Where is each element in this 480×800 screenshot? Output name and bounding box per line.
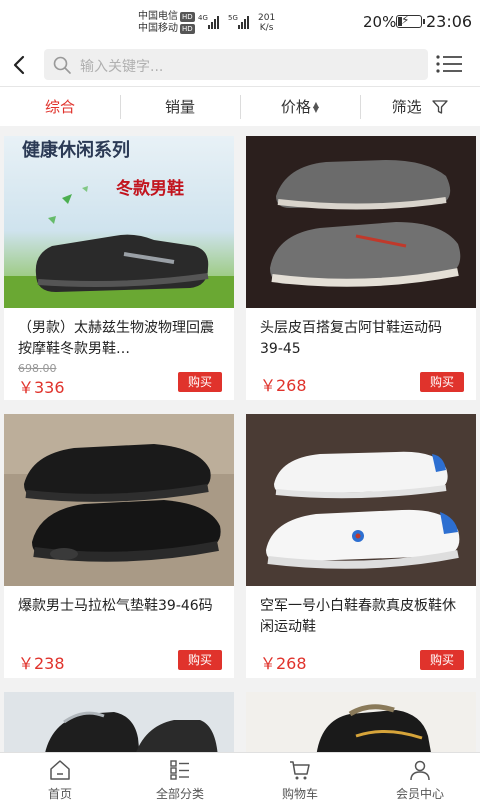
search-placeholder: 输入关键字...	[80, 59, 164, 75]
list-menu-button[interactable]	[434, 52, 466, 76]
carrier-1: 中国电信	[138, 11, 178, 22]
banner-title: 健康休闲系列	[22, 139, 130, 160]
buy-button[interactable]: 购买	[420, 650, 464, 670]
carrier-2: 中国移动	[138, 23, 178, 34]
filter-bar: 综合 销量 价格 ▲ ▼ 筛选	[0, 86, 480, 126]
search-icon	[53, 56, 71, 74]
product-image[interactable]: 健康休闲系列 冬款男鞋	[4, 136, 234, 308]
product-card[interactable]: 头层皮百搭复古阿甘鞋运动码39-45 ￥268 购买	[246, 136, 476, 400]
product-price: ￥336	[18, 378, 65, 397]
user-icon	[410, 760, 430, 781]
product-price: ￥238	[18, 654, 65, 673]
cart-icon	[290, 761, 310, 780]
product-image[interactable]	[246, 692, 476, 758]
back-button[interactable]	[6, 50, 34, 80]
back-arrow-icon	[13, 55, 25, 75]
product-image[interactable]	[246, 414, 476, 586]
product-image[interactable]	[4, 414, 234, 586]
product-image[interactable]	[246, 136, 476, 308]
filter-comprehensive[interactable]: 综合	[0, 87, 120, 127]
battery-percent: 20%	[363, 13, 397, 31]
product-title[interactable]: 头层皮百搭复古阿甘鞋运动码39-45	[260, 318, 464, 360]
hd-badge-2: HD	[180, 24, 195, 34]
product-title[interactable]: 爆款男士马拉松气垫鞋39-46码	[18, 596, 222, 638]
product-title[interactable]: （男款）太赫兹生物波物理回震按摩鞋冬款男鞋…	[18, 318, 222, 360]
buy-button[interactable]: 购买	[420, 372, 464, 392]
list-icon	[436, 55, 462, 73]
hd-badge-1: HD	[180, 12, 195, 22]
filter-screen[interactable]: 筛选	[360, 87, 480, 127]
filter-sales[interactable]: 销量	[120, 87, 240, 127]
product-card[interactable]: 健康休闲系列 冬款男鞋 （男款）太赫兹生物波物理回震按摩鞋冬款男鞋… 698.0…	[4, 136, 234, 400]
product-title[interactable]: 空军一号小白鞋春款真皮板鞋休闲运动鞋	[260, 596, 464, 638]
tab-member[interactable]: 会员中心	[360, 753, 480, 800]
category-icon	[170, 760, 189, 780]
search-input[interactable]: 输入关键字...	[44, 49, 428, 80]
product-image[interactable]	[4, 692, 234, 758]
home-icon	[50, 760, 70, 780]
battery-icon: ⚡	[396, 13, 425, 28]
bottom-nav: 首页 全部分类 购物车 会员中心	[0, 752, 480, 800]
product-card[interactable]: 爆款男士马拉松气垫鞋39-46码 ￥238 购买	[4, 414, 234, 678]
buy-button[interactable]: 购买	[178, 372, 222, 392]
tab-cart[interactable]: 购物车	[240, 753, 360, 800]
banner-tag: 冬款男鞋	[116, 178, 184, 198]
status-bar: 中国电信 HD 中国移动 HD 4G 5G 201 K/s 20% ⚡ 23:06	[0, 0, 480, 44]
product-card[interactable]	[246, 692, 476, 758]
product-price: ￥268	[260, 654, 307, 673]
buy-button[interactable]: 购买	[178, 650, 222, 670]
product-card[interactable]	[4, 692, 234, 758]
clock: 23:06	[426, 12, 473, 31]
carrier-info: 中国电信 HD 中国移动 HD	[138, 11, 195, 35]
network-speed: 201 K/s	[258, 13, 276, 33]
sort-arrows-icon: ▲ ▼	[312, 100, 320, 114]
product-price: ￥268	[260, 376, 307, 395]
tab-home[interactable]: 首页	[0, 753, 120, 800]
search-header: 输入关键字...	[0, 44, 480, 86]
filter-price[interactable]: 价格 ▲ ▼	[240, 87, 360, 127]
product-card[interactable]: 空军一号小白鞋春款真皮板鞋休闲运动鞋 ￥268 购买	[246, 414, 476, 678]
funnel-icon	[432, 100, 449, 114]
tab-categories[interactable]: 全部分类	[120, 753, 240, 800]
